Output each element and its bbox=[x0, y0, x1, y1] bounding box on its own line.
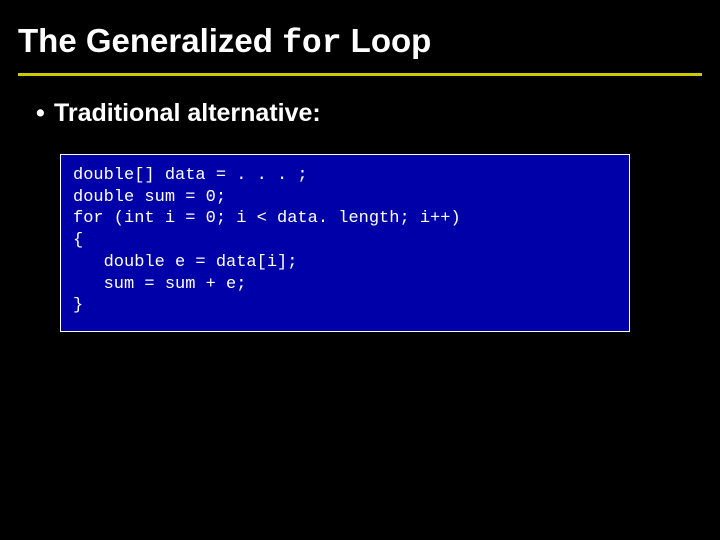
body-area: • Traditional alternative: double[] data… bbox=[0, 76, 720, 332]
code-content: double[] data = . . . ; double sum = 0; … bbox=[73, 165, 617, 317]
slide-title: The Generalized for Loop bbox=[18, 22, 702, 63]
bullet-text: Traditional alternative: bbox=[54, 98, 321, 128]
title-area: The Generalized for Loop bbox=[0, 0, 720, 67]
bullet-item: • Traditional alternative: bbox=[36, 98, 684, 128]
slide: The Generalized for Loop • Traditional a… bbox=[0, 0, 720, 540]
bullet-marker: • bbox=[36, 98, 54, 128]
title-mono-for: for bbox=[282, 25, 341, 62]
code-block: double[] data = . . . ; double sum = 0; … bbox=[60, 154, 630, 332]
title-text-2: Loop bbox=[342, 22, 432, 59]
title-text-1: The Generalized bbox=[18, 22, 282, 59]
